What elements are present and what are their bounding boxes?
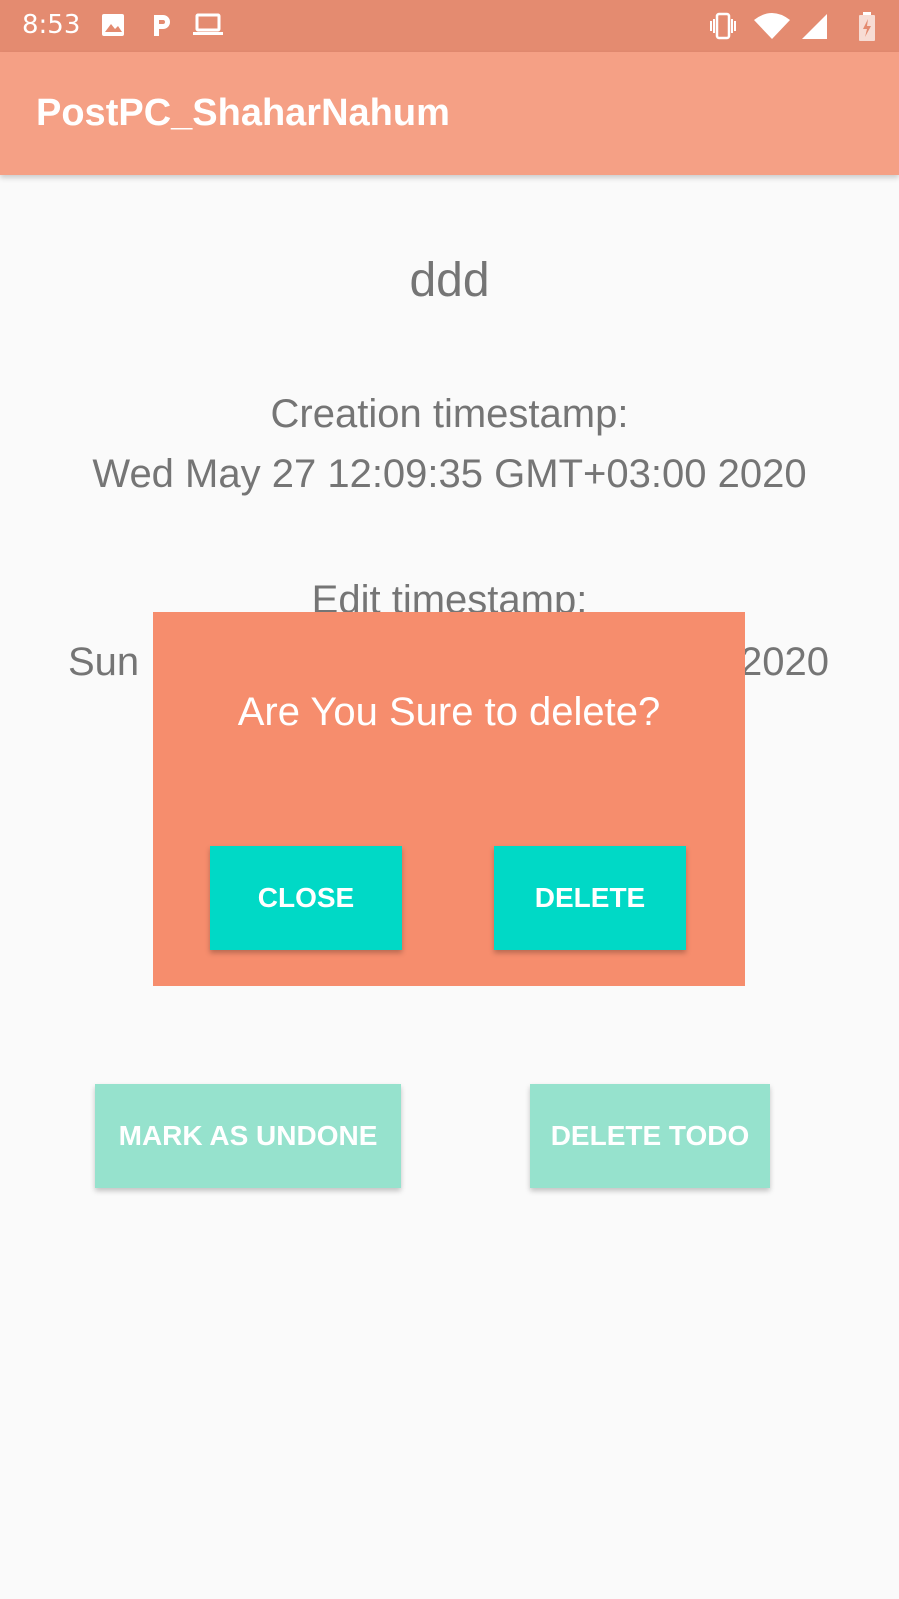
app-bar: PostPC_ShaharNahum <box>0 52 899 175</box>
app-title: PostPC_ShaharNahum <box>36 92 450 134</box>
laptop-icon <box>193 13 223 35</box>
wifi-icon <box>754 13 790 39</box>
vibrate-icon <box>710 12 736 40</box>
battery-charging-icon <box>859 12 875 41</box>
delete-button[interactable]: DELETE <box>494 846 686 950</box>
creation-timestamp-label: Creation timestamp: <box>270 392 629 436</box>
status-time: 8:53 <box>22 10 81 40</box>
close-button[interactable]: CLOSE <box>210 846 402 950</box>
delete-confirm-dialog: Are You Sure to delete? CLOSE DELETE <box>153 612 745 986</box>
p-app-icon <box>154 15 170 36</box>
mark-as-undone-button[interactable]: MARK AS UNDONE <box>95 1084 401 1188</box>
status-bar: 8:53 <box>0 0 899 52</box>
dialog-message: Are You Sure to delete? <box>237 690 661 734</box>
creation-timestamp-value: Wed May 27 12:09:35 GMT+03:00 2020 <box>92 452 807 496</box>
edit-timestamp-end: 2020 <box>740 640 829 684</box>
todo-title: ddd <box>409 254 490 307</box>
image-icon <box>102 14 124 36</box>
delete-todo-button[interactable]: DELETE TODO <box>530 1084 770 1188</box>
signal-icon <box>802 14 827 39</box>
edit-timestamp-start: Sun <box>68 640 140 684</box>
